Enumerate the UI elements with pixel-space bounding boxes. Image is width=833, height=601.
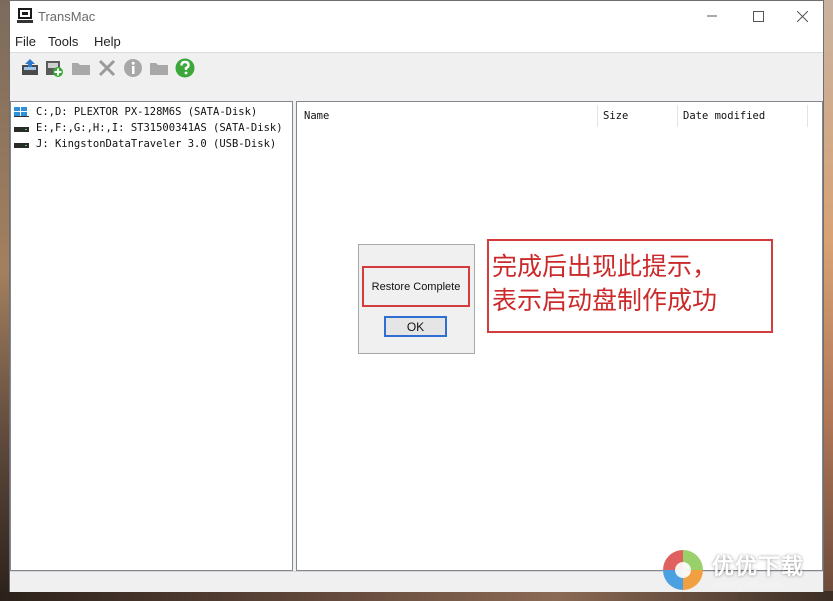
drive-label: C:,D: PLEXTOR PX-128M6S (SATA-Disk) <box>36 106 258 118</box>
close-icon <box>796 10 808 22</box>
dialog-message-highlight: Restore Complete <box>362 266 470 307</box>
annotation-line-1: 完成后出现此提示， <box>492 252 718 281</box>
watermark-logo-icon <box>663 550 703 590</box>
watermark: 优优下载 www.yyxt.com <box>660 545 804 595</box>
info-icon[interactable] <box>122 57 144 79</box>
restore-complete-dialog: Restore Complete OK <box>358 244 475 354</box>
column-header-name[interactable]: Name <box>299 105 598 127</box>
drive-label: E:,F:,G:,H:,I: ST31500341AS (SATA-Disk) <box>36 122 283 134</box>
delete-icon[interactable] <box>96 57 118 79</box>
drive-label: J: KingstonDataTraveler 3.0 (USB-Disk) <box>36 138 277 150</box>
windows-disk-icon <box>14 107 29 117</box>
usb-disk-icon <box>14 143 29 148</box>
watermark-name: 优优下载 <box>712 555 805 580</box>
add-disk-icon[interactable] <box>43 57 65 79</box>
dialog-message: Restore Complete <box>371 280 461 293</box>
window-title: TransMac <box>38 9 96 24</box>
maximize-icon <box>752 10 764 22</box>
close-button[interactable] <box>779 1 825 31</box>
folder-icon[interactable] <box>148 57 170 79</box>
minimize-icon <box>707 15 717 17</box>
desktop-background-right <box>823 0 833 601</box>
folder-icon[interactable] <box>70 57 92 79</box>
drive-list-pane[interactable]: C:,D: PLEXTOR PX-128M6S (SATA-Disk) E:,F… <box>10 101 293 571</box>
toolbar <box>10 52 823 102</box>
drive-item[interactable]: C:,D: PLEXTOR PX-128M6S (SATA-Disk) <box>14 104 257 120</box>
ok-button[interactable]: OK <box>384 316 447 337</box>
column-header-date-modified[interactable]: Date modified <box>678 105 808 127</box>
menu-help[interactable]: Help <box>94 34 121 49</box>
help-icon[interactable] <box>174 57 196 79</box>
minimize-button[interactable] <box>689 1 735 31</box>
watermark-url: www.yyxt.com <box>712 579 782 591</box>
drive-item[interactable]: J: KingstonDataTraveler 3.0 (USB-Disk) <box>14 136 276 152</box>
hard-disk-icon <box>14 127 29 132</box>
drive-item[interactable]: E:,F:,G:,H:,I: ST31500341AS (SATA-Disk) <box>14 120 283 136</box>
menu-bar: File Tools Help <box>10 31 823 52</box>
restore-disk-icon[interactable] <box>19 57 41 79</box>
title-bar[interactable]: TransMac <box>10 1 823 31</box>
annotation-line-2: 表示启动盘制作成功 <box>492 286 718 315</box>
transmac-app-icon <box>17 8 33 23</box>
menu-tools[interactable]: Tools <box>48 34 78 49</box>
annotation-callout: 完成后出现此提示， 表示启动盘制作成功 <box>487 239 773 333</box>
maximize-button[interactable] <box>735 1 781 31</box>
column-header-size[interactable]: Size <box>598 105 678 127</box>
menu-file[interactable]: File <box>15 34 36 49</box>
